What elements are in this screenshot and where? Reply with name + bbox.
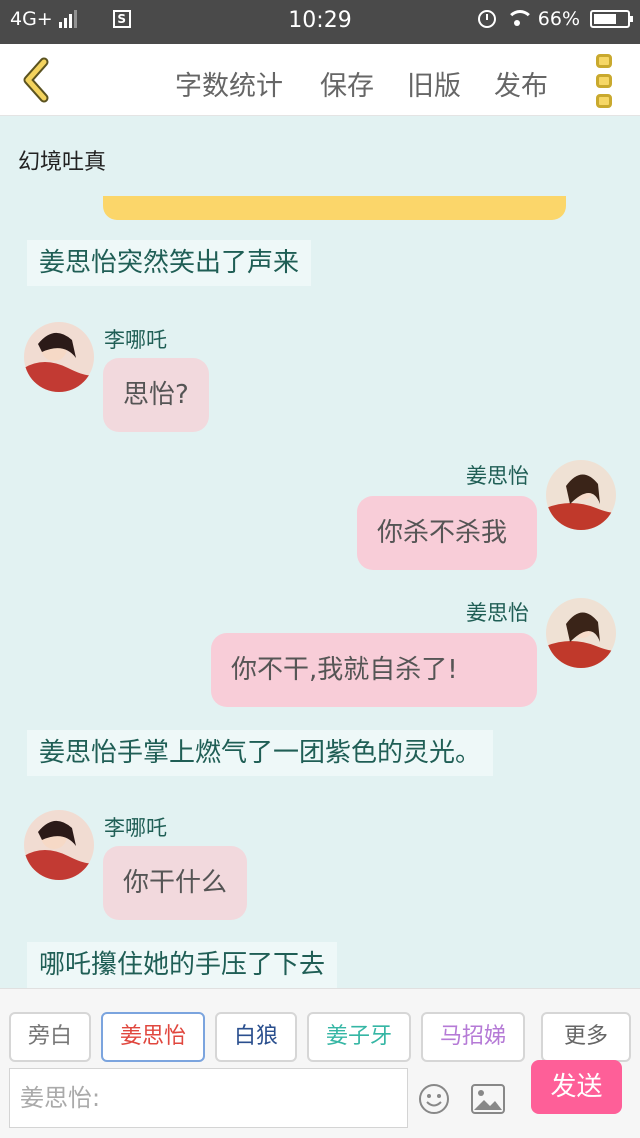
role-chip-jiang-siyi[interactable]: 姜思怡	[101, 1012, 205, 1062]
narration-line[interactable]: 哪吒攥住她的手压了下去	[27, 942, 338, 988]
alarm-icon	[477, 10, 496, 28]
avatar-jiang-siyi[interactable]	[546, 460, 616, 530]
old-version-button[interactable]: 旧版	[407, 64, 461, 103]
status-right: 66%	[477, 8, 633, 30]
avatar-jiang-siyi[interactable]	[546, 598, 616, 668]
publish-button[interactable]: 发布	[494, 64, 548, 103]
highlight-card	[103, 196, 566, 220]
editor-toolbar: 字数统计 保存 旧版 发布	[0, 44, 640, 116]
message-bubble[interactable]: 你杀不杀我	[357, 496, 537, 570]
battery-icon	[590, 10, 633, 28]
role-chip-jiang-ziya[interactable]: 姜子牙	[307, 1012, 411, 1062]
composer: 旁白 姜思怡 白狼 姜子牙 马招娣 更多 姜思怡: 发送	[0, 988, 640, 1138]
message-bubble[interactable]: 你不干,我就自杀了!	[211, 633, 537, 707]
status-bar: 4G+ S 10:29 66%	[0, 0, 640, 44]
avatar-li-nezha[interactable]	[24, 810, 94, 880]
message-input[interactable]: 姜思怡:	[9, 1068, 408, 1128]
message-bubble[interactable]: 你干什么	[103, 846, 248, 920]
sender-name: 姜思怡	[466, 464, 529, 488]
more-menu-icon[interactable]	[596, 54, 616, 108]
sender-name: 李哪吒	[104, 328, 167, 352]
sender-name: 李哪吒	[104, 816, 167, 840]
emoji-icon[interactable]	[418, 1083, 450, 1115]
narration-line[interactable]: 姜思怡突然笑出了声来	[27, 240, 312, 286]
battery-percent: 66%	[537, 8, 580, 30]
image-icon[interactable]	[471, 1084, 505, 1114]
role-chip-narrator[interactable]: 旁白	[9, 1012, 91, 1062]
save-button[interactable]: 保存	[320, 64, 374, 103]
scene-title: 幻境吐真	[18, 150, 107, 175]
send-button[interactable]: 发送	[531, 1060, 622, 1114]
wifi-icon	[505, 10, 534, 28]
back-arrow-icon[interactable]	[18, 56, 58, 104]
more-roles-button[interactable]: 更多	[541, 1012, 631, 1062]
avatar-li-nezha[interactable]	[24, 322, 94, 392]
role-chip-ma-zhaodi[interactable]: 马招娣	[421, 1012, 525, 1062]
narration-line[interactable]: 姜思怡手掌上燃气了一团紫色的灵光。	[27, 730, 494, 776]
role-chip-bai-lang[interactable]: 白狼	[215, 1012, 297, 1062]
sender-name: 姜思怡	[466, 601, 529, 625]
word-count-button[interactable]: 字数统计	[175, 64, 283, 103]
message-bubble[interactable]: 思怡?	[103, 358, 209, 432]
